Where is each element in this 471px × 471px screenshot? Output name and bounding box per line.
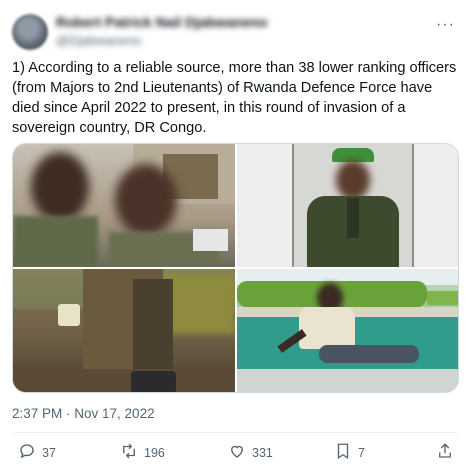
retweet-count: 196 — [144, 446, 165, 460]
tweet-card: Robert Patrick Nail Djabwaneno @Djabwane… — [0, 0, 471, 471]
bookmark-count: 7 — [358, 446, 365, 460]
photo-officer-portrait[interactable] — [237, 144, 458, 267]
photo-soldiers-at-night[interactable] — [13, 269, 235, 392]
photo-two-soldiers-selfie[interactable] — [13, 144, 235, 267]
share-icon — [436, 442, 454, 465]
divider — [12, 432, 459, 433]
photo-man-by-pool[interactable] — [237, 269, 458, 392]
like-button[interactable]: 331 — [228, 442, 273, 464]
bookmark-button[interactable]: 7 — [334, 442, 365, 464]
bookmark-icon — [334, 442, 352, 465]
author-display-name[interactable]: Robert Patrick Nail Djabwaneno — [56, 14, 268, 30]
author-handle[interactable]: @Djabwaneno — [56, 33, 268, 48]
avatar[interactable] — [12, 14, 48, 50]
reply-icon — [18, 442, 36, 465]
more-horizontal-icon[interactable]: ··· — [436, 16, 455, 34]
like-count: 331 — [252, 446, 273, 460]
action-bar: 37 196 331 7 — [12, 442, 459, 466]
share-button[interactable] — [436, 442, 454, 464]
tweet-timestamp[interactable]: 2:37 PM · Nov 17, 2022 — [12, 406, 155, 421]
tweet-header: Robert Patrick Nail Djabwaneno @Djabwane… — [12, 12, 459, 52]
retweet-icon — [120, 442, 138, 465]
heart-icon — [228, 442, 246, 465]
reply-count: 37 — [42, 446, 56, 460]
reply-button[interactable]: 37 — [18, 442, 56, 464]
author-names: Robert Patrick Nail Djabwaneno @Djabwane… — [56, 14, 268, 48]
retweet-button[interactable]: 196 — [120, 442, 165, 464]
media-grid — [12, 143, 459, 393]
tweet-text: 1) According to a reliable source, more … — [12, 60, 457, 136]
